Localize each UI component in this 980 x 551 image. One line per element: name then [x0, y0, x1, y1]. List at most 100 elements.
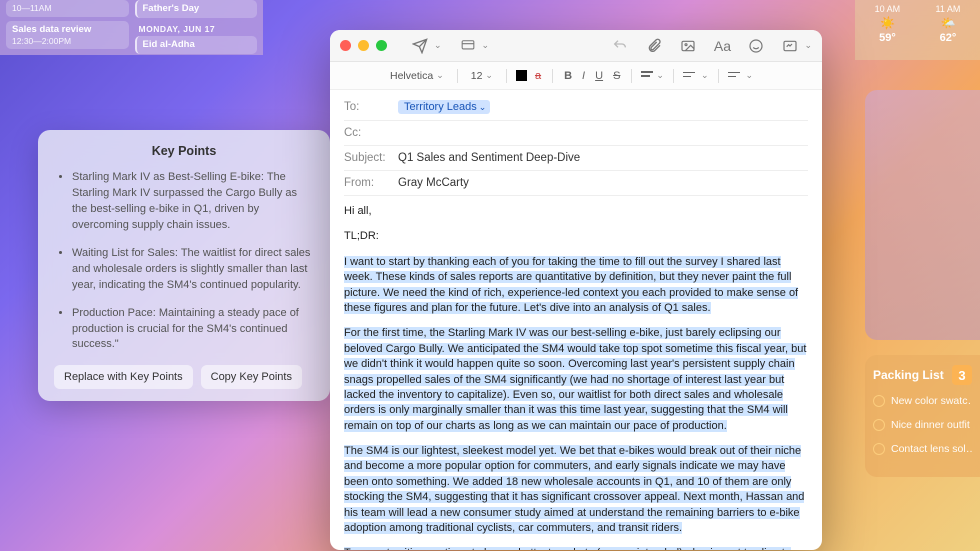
cc-row[interactable]: Cc:	[344, 121, 808, 146]
weather-time: 11 AM	[935, 4, 960, 14]
weather-hour: 11 AM 🌤️ 62°	[935, 4, 960, 56]
weather-hour: 10 AM ☀️ 59°	[875, 4, 901, 56]
bold-button[interactable]: B	[562, 70, 574, 82]
calendar-event-title: Father's Day	[143, 3, 252, 15]
from-value[interactable]: Gray McCarty	[398, 177, 808, 189]
weather-temp: 59°	[875, 32, 901, 44]
separator	[457, 69, 458, 83]
reminder-item[interactable]: Nice dinner outfit	[873, 419, 972, 431]
copy-keypoints-button[interactable]: Copy Key Points	[201, 365, 302, 389]
subject-value[interactable]: Q1 Sales and Sentiment Deep-Dive	[398, 152, 808, 164]
indent-icon[interactable]	[728, 71, 740, 81]
toolbar-left: ⌄ ⌄	[412, 38, 605, 54]
subject-row[interactable]: Subject: Q1 Sales and Sentiment Deep-Div…	[344, 146, 808, 171]
body-paragraph: I want to start by thanking each of you …	[344, 256, 798, 314]
photo-widget	[865, 90, 980, 340]
keypoints-list: Starling Mark IV as Best-Selling E-bike:…	[54, 170, 314, 353]
calendar-event-time: 12:30—2:00PM	[12, 36, 123, 47]
chevron-down-icon[interactable]: ⌄	[434, 40, 442, 51]
reminder-label: New color swatc…	[891, 395, 972, 407]
reminders-title: Packing List	[873, 368, 944, 382]
calendar-event-title: Sales data review	[12, 24, 123, 36]
undo-icon[interactable]	[612, 38, 628, 54]
attach-icon[interactable]	[646, 38, 662, 54]
checkbox-icon[interactable]	[873, 443, 885, 455]
mail-compose-window: ⌄ ⌄ Aa ⌄ Helv	[330, 30, 822, 550]
calendar-col-today: 10—11AM Sales data review 12:30—2:00PM	[6, 0, 129, 49]
chevron-down-icon[interactable]: ⌄	[656, 70, 664, 81]
underline-button[interactable]: U	[593, 70, 605, 82]
chevron-down-icon[interactable]: ⌄	[746, 70, 754, 81]
chevron-down-icon[interactable]: ⌄	[482, 40, 490, 51]
calendar-event[interactable]: Father's Day	[135, 0, 258, 18]
body-greeting: Hi all,	[344, 204, 808, 219]
body-tldr: TL;DR:	[344, 229, 808, 244]
chevron-down-icon[interactable]: ⌄	[804, 40, 812, 51]
from-label: From:	[344, 177, 398, 189]
checkbox-icon[interactable]	[873, 419, 885, 431]
separator	[718, 69, 719, 83]
separator	[552, 69, 553, 83]
calendar-event-title: Eid al-Adha	[143, 39, 252, 51]
text-color-swatch[interactable]	[516, 70, 527, 81]
calendar-col-next: Father's Day MONDAY, JUN 17 Eid al-Adha	[135, 0, 258, 49]
to-row[interactable]: To: Territory Leads	[344, 94, 808, 121]
reminders-widget: Packing List 3 New color swatc… Nice din…	[865, 355, 980, 477]
keypoint-item: Waiting List for Sales: The waitlist for…	[72, 246, 314, 294]
reminder-item[interactable]: New color swatc…	[873, 395, 972, 407]
mail-headers: To: Territory Leads Cc: Subject: Q1 Sale…	[330, 90, 822, 196]
titlebar: ⌄ ⌄ Aa ⌄	[330, 30, 822, 62]
to-value[interactable]: Territory Leads	[398, 100, 808, 114]
font-select[interactable]: Helvetica	[386, 69, 448, 83]
chevron-down-icon[interactable]: ⌄	[701, 70, 709, 81]
minimize-window-button[interactable]	[358, 40, 369, 51]
close-window-button[interactable]	[340, 40, 351, 51]
subject-label: Subject:	[344, 152, 398, 164]
header-layout-icon[interactable]	[460, 38, 476, 54]
mail-body[interactable]: Hi all, TL;DR: I want to start by thanki…	[330, 196, 822, 550]
partly-cloudy-icon: 🌤️	[935, 16, 960, 30]
body-paragraph: Temperate cities continue to be our hott…	[344, 547, 806, 550]
emoji-icon[interactable]	[748, 38, 764, 54]
calendar-event[interactable]: 10—11AM	[6, 0, 129, 17]
replace-with-keypoints-button[interactable]: Replace with Key Points	[54, 365, 193, 389]
photo-icon[interactable]	[680, 38, 696, 54]
weather-temp: 62°	[935, 32, 960, 44]
keypoints-title: Key Points	[54, 144, 314, 158]
cc-label: Cc:	[344, 127, 398, 139]
calendar-event-time: 10—11AM	[12, 3, 123, 14]
separator	[631, 69, 632, 83]
separator	[506, 69, 507, 83]
format-bar: Helvetica 12 a B I U S ⌄ ⌄ ⌄	[330, 62, 822, 90]
checkbox-icon[interactable]	[873, 395, 885, 407]
weather-widget: 10 AM ☀️ 59° 11 AM 🌤️ 62°	[855, 0, 980, 60]
size-select[interactable]: 12	[467, 69, 497, 83]
reminder-label: Nice dinner outfit	[891, 419, 970, 431]
recipient-chip[interactable]: Territory Leads	[398, 100, 490, 114]
reminders-count: 3	[952, 365, 972, 385]
separator	[673, 69, 674, 83]
text-color-picker-icon[interactable]: a	[533, 70, 543, 82]
calendar-event[interactable]: Sales data review 12:30—2:00PM	[6, 21, 129, 50]
from-row[interactable]: From: Gray McCarty	[344, 171, 808, 196]
calendar-widget: 10—11AM Sales data review 12:30—2:00PM F…	[0, 0, 263, 55]
calendar-event[interactable]: Eid al-Adha	[135, 36, 258, 54]
toolbar-right: Aa ⌄	[612, 38, 812, 54]
keypoints-actions: Replace with Key Points Copy Key Points	[54, 365, 314, 389]
list-icon[interactable]	[683, 71, 695, 81]
align-left-icon[interactable]	[641, 70, 653, 80]
zoom-window-button[interactable]	[376, 40, 387, 51]
to-label: To:	[344, 101, 398, 113]
italic-button[interactable]: I	[580, 70, 587, 82]
reminder-item[interactable]: Contact lens sol…	[873, 443, 972, 455]
send-icon[interactable]	[412, 38, 428, 54]
keypoints-popover: Key Points Starling Mark IV as Best-Sell…	[38, 130, 330, 401]
markup-icon[interactable]	[782, 38, 798, 54]
body-paragraph: For the first time, the Starling Mark IV…	[344, 327, 806, 431]
strikethrough-button[interactable]: S	[611, 70, 622, 82]
reminders-header: Packing List 3	[873, 365, 972, 385]
calendar-date-header: MONDAY, JUN 17	[135, 22, 258, 36]
format-icon[interactable]: Aa	[714, 38, 730, 54]
reminder-label: Contact lens sol…	[891, 443, 972, 455]
align-group: ⌄	[641, 70, 664, 81]
